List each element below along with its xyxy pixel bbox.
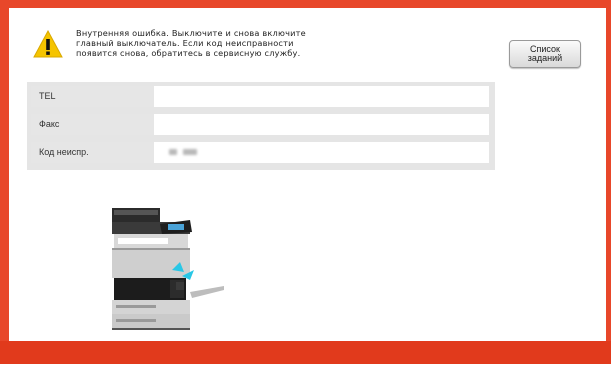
left-accent-bar <box>0 0 9 369</box>
info-label: Факс <box>31 114 154 135</box>
info-row-fax: Факс <box>31 114 489 135</box>
job-list-button[interactable]: Список заданий <box>509 40 581 68</box>
error-message-line: главный выключатель. Если код неисправно… <box>76 38 294 48</box>
warning-icon <box>33 30 63 58</box>
right-accent-bar <box>606 0 611 369</box>
error-message: Внутренняя ошибка. Выключите и снова вкл… <box>76 28 376 58</box>
blurred-digit <box>183 149 197 155</box>
info-row-tel: TEL <box>31 86 489 107</box>
blurred-digit <box>169 149 177 155</box>
bottom-white-strip <box>0 364 611 369</box>
info-label: TEL <box>31 86 154 107</box>
error-screen: Внутренняя ошибка. Выключите и снова вкл… <box>0 0 611 369</box>
service-info-panel: TEL Факс Код неиспр. <box>27 82 495 170</box>
job-list-button-label-line2: заданий <box>527 53 563 63</box>
info-row-error-code: Код неиспр. <box>31 142 489 163</box>
error-message-line: появится снова, обратитесь в сервисную с… <box>76 48 301 58</box>
printer-illustration <box>112 208 224 330</box>
error-message-line: Внутренняя ошибка. Выключите и снова вкл… <box>76 28 306 38</box>
info-label: Код неиспр. <box>31 142 154 163</box>
top-accent-bar <box>0 0 611 8</box>
